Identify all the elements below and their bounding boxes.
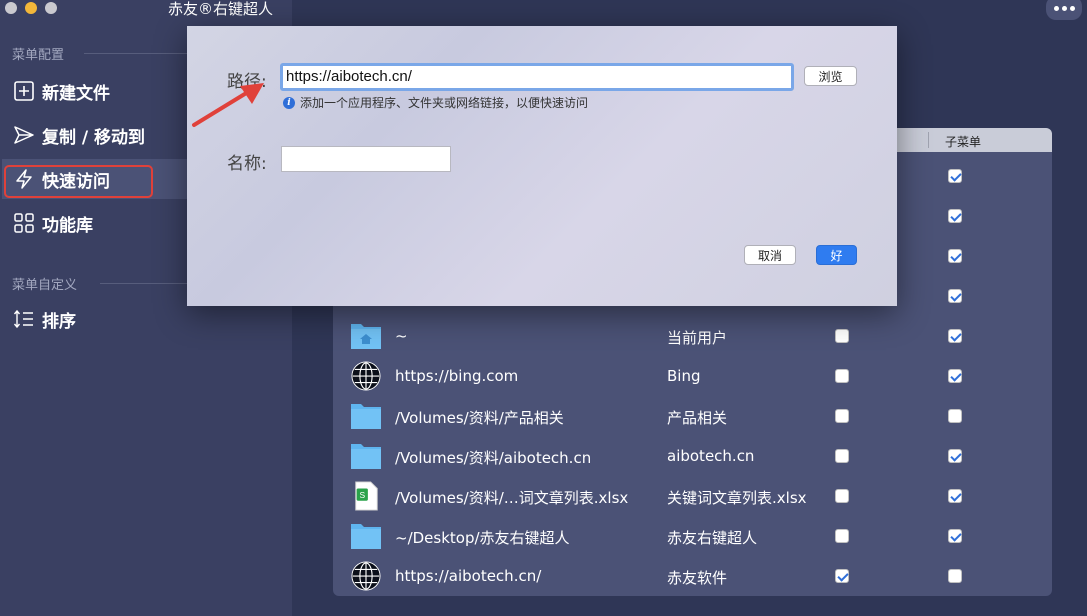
row-name: aibotech.cn [667,447,754,465]
row-path: https://aibotech.cn/ [395,567,541,585]
app-title: 赤友®右键超人 [168,0,273,19]
submenu-checkbox[interactable] [948,409,962,423]
row-checkbox[interactable] [835,529,849,543]
row-path: /Volumes/资料/aibotech.cn [395,447,591,468]
row-name: Bing [667,367,701,385]
row-checkbox[interactable] [835,409,849,423]
submenu-checkbox[interactable] [948,249,962,263]
row-path: https://bing.com [395,367,518,385]
column-divider [928,132,929,148]
send-icon [12,123,36,147]
table-row[interactable]: ~/Desktop/赤友右键超人 赤友右键超人 [333,516,1052,556]
dot-icon [1070,6,1075,11]
globe-icon [350,361,382,391]
row-checkbox[interactable] [835,449,849,463]
info-icon: i [283,97,295,109]
section-label-menu-custom: 菜单自定义 [12,274,77,293]
submenu-checkbox[interactable] [948,329,962,343]
row-name: 赤友软件 [667,567,727,588]
browse-button[interactable]: 浏览 [804,66,857,86]
name-input[interactable] [281,146,451,172]
sidebar-item-label: 复制 / 移动到 [42,123,145,148]
folder-icon [350,441,382,471]
submenu-checkbox[interactable] [948,489,962,503]
row-checkbox[interactable] [835,369,849,383]
row-checkbox[interactable] [835,569,849,583]
submenu-checkbox[interactable] [948,449,962,463]
add-quick-access-dialog: 路径: https://aibotech.cn/ 浏览 i 添加一个应用程序、文… [187,26,897,306]
table-row[interactable]: S /Volumes/资料/…词文章列表.xlsx 关键词文章列表.xlsx [333,476,1052,516]
sidebar-item-label: 新建文件 [42,79,110,104]
annotation-arrow-icon [190,80,270,130]
table-row[interactable]: /Volumes/资料/aibotech.cn aibotech.cn [333,436,1052,476]
row-path: /Volumes/资料/…词文章列表.xlsx [395,487,628,508]
name-label: 名称: [227,149,267,174]
submenu-checkbox[interactable] [948,169,962,183]
row-name: 产品相关 [667,407,727,428]
row-name: 当前用户 [667,327,727,348]
submenu-checkbox[interactable] [948,289,962,303]
row-checkbox[interactable] [835,489,849,503]
highlight-box [4,165,153,198]
window-controls [5,2,57,14]
dot-icon [1062,6,1067,11]
row-checkbox[interactable] [835,329,849,343]
path-input[interactable]: https://aibotech.cn/ [280,63,794,91]
svg-text:S: S [359,490,365,500]
section-label-menu-config: 菜单配置 [12,44,64,63]
table-row[interactable]: https://bing.com Bing [333,356,1052,396]
row-path: /Volumes/资料/产品相关 [395,407,564,428]
sort-icon [12,307,36,331]
spreadsheet-icon: S [350,481,382,511]
sidebar-item-label: 排序 [42,307,76,332]
grid-icon [12,211,36,235]
globe-icon [350,561,382,591]
zoom-window-button[interactable] [45,2,57,14]
ok-button[interactable]: 好 [816,245,857,265]
column-header-submenu: 子菜单 [945,133,981,150]
submenu-checkbox[interactable] [948,569,962,583]
home-folder-icon [350,321,382,351]
row-name: 关键词文章列表.xlsx [667,487,807,508]
new-file-icon [12,79,36,103]
table-row[interactable]: https://aibotech.cn/ 赤友软件 [333,556,1052,596]
submenu-checkbox[interactable] [948,209,962,223]
folder-icon [350,521,382,551]
more-options-button[interactable] [1046,0,1082,20]
cancel-button[interactable]: 取消 [744,245,796,265]
close-window-button[interactable] [5,2,17,14]
row-path: ~/Desktop/赤友右键超人 [395,527,570,548]
table-row[interactable]: ~ 当前用户 [333,316,1052,356]
row-path: ~ [395,327,408,345]
dot-icon [1054,6,1059,11]
submenu-checkbox[interactable] [948,529,962,543]
minimize-window-button[interactable] [25,2,37,14]
hint-label: 添加一个应用程序、文件夹或网络链接，以便快速访问 [300,94,588,111]
sidebar-item-label: 功能库 [42,211,93,236]
table-row[interactable]: /Volumes/资料/产品相关 产品相关 [333,396,1052,436]
row-name: 赤友右键超人 [667,527,757,548]
hint-text: i 添加一个应用程序、文件夹或网络链接，以便快速访问 [283,94,588,111]
folder-icon [350,401,382,431]
submenu-checkbox[interactable] [948,369,962,383]
